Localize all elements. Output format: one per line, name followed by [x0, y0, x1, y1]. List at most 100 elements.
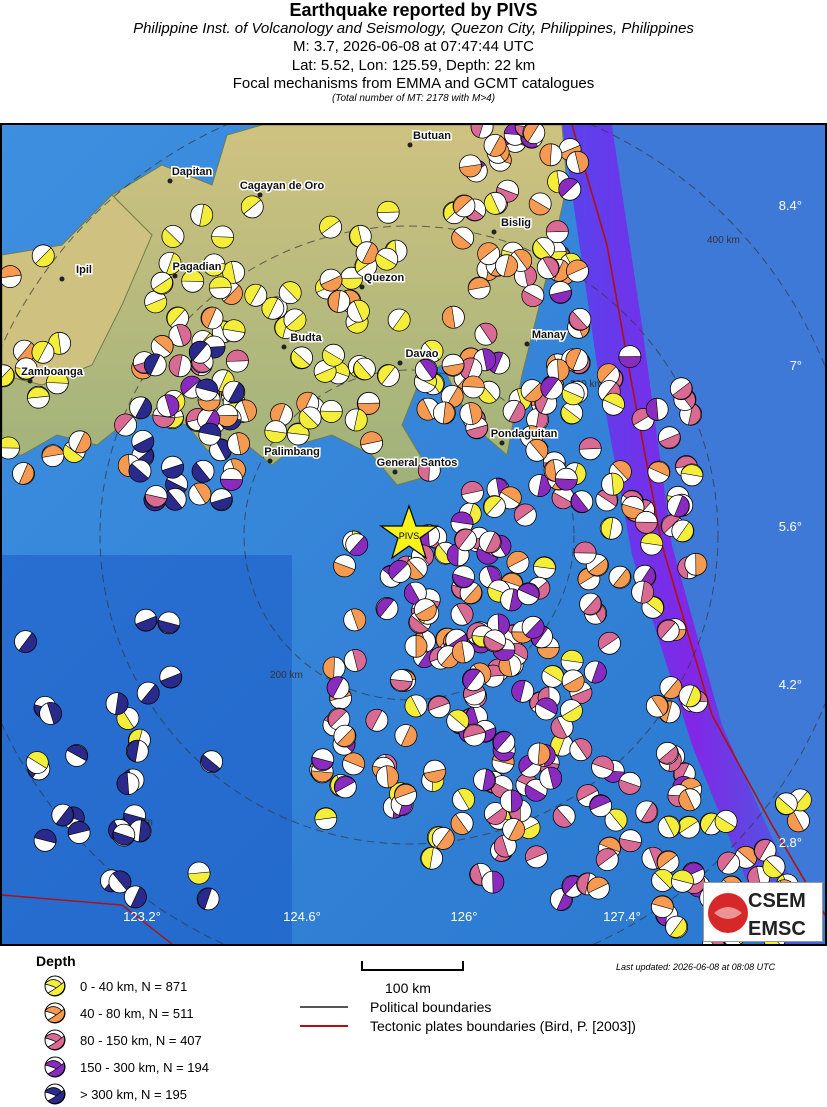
lon-tick-label: 123.2°	[123, 909, 161, 924]
city-label: Zamboanga	[21, 366, 84, 378]
focal-mechanism	[532, 237, 555, 260]
focal-mechanism	[640, 532, 664, 556]
lat-tick-label: 8.4°	[779, 198, 802, 213]
city-dot	[491, 229, 497, 235]
focal-mechanism	[344, 408, 368, 432]
focal-mechanism	[579, 592, 602, 616]
focal-mechanism	[656, 619, 680, 643]
focal-mechanism	[105, 692, 129, 715]
tectonic-line	[300, 1025, 348, 1027]
focal-mechanism	[420, 846, 444, 870]
city-label: Budta	[290, 332, 322, 344]
city-label: Dapitan	[172, 166, 213, 178]
city-label: Bislig	[501, 217, 531, 229]
focal-mechanism	[598, 631, 621, 655]
focal-mechanism	[645, 694, 669, 718]
focal-mechanism	[561, 669, 585, 693]
focal-mechanism	[225, 349, 249, 373]
city-dot	[167, 178, 173, 184]
focal-mechanism	[499, 789, 523, 813]
political-line	[300, 1006, 348, 1008]
focal-mechanism	[601, 472, 624, 496]
city-dot	[407, 142, 413, 148]
focal-mechanism	[602, 392, 625, 416]
focal-mechanism	[394, 724, 418, 747]
focal-mechanism	[645, 397, 669, 421]
city-dot	[281, 344, 287, 350]
city-dot	[392, 469, 398, 475]
focal-mechanism	[376, 364, 400, 387]
tectonic-label: Tectonic plates boundaries (Bird, P. [20…	[370, 1018, 636, 1034]
scale-bar	[361, 961, 464, 971]
focal-mechanism	[473, 768, 497, 792]
focal-mechanism	[502, 818, 526, 841]
focal-mechanism	[667, 494, 690, 518]
focal-mechanism	[387, 308, 411, 332]
focal-mechanism	[521, 615, 545, 639]
focal-mechanism	[657, 815, 681, 839]
lon-tick-label: 127.4°	[603, 909, 641, 924]
focal-mechanism	[561, 382, 585, 406]
focal-mechanism	[583, 660, 607, 684]
focal-mechanism	[198, 422, 222, 446]
focal-mechanism	[608, 565, 632, 589]
seismicity-map[interactable]: 400 km300 km200 km100 km ButuanButuanDap…	[0, 123, 827, 946]
city-dot	[397, 360, 403, 366]
focal-mechanism	[558, 177, 582, 201]
focal-mechanism	[333, 775, 357, 799]
focal-mechanism	[568, 307, 592, 331]
focal-mechanism	[195, 378, 219, 402]
focal-mechanism	[41, 444, 65, 468]
distance-ring-label: 400 km	[707, 235, 740, 246]
focal-mechanism	[591, 755, 614, 779]
focal-mechanism	[478, 530, 502, 554]
focal-mechanism	[634, 510, 658, 534]
focal-mechanism	[560, 649, 584, 673]
focal-mechanism	[587, 876, 610, 900]
city-label: Davao	[405, 348, 438, 360]
focal-mechanism	[462, 723, 486, 747]
city-dot	[59, 276, 65, 282]
focal-mechanism	[651, 895, 674, 918]
legend-item-label: > 300 km, N = 195	[80, 1086, 187, 1102]
focal-mechanism	[427, 695, 451, 719]
focal-mechanism	[441, 305, 465, 329]
focal-mechanism	[352, 357, 376, 381]
focal-mechanism	[774, 792, 798, 816]
legend-item: 150 - 300 km, N = 194	[44, 1056, 209, 1078]
city-dot	[172, 273, 178, 279]
focal-mechanism	[619, 829, 642, 853]
focal-mechanism	[376, 200, 400, 224]
focal-mechanism	[541, 665, 565, 688]
city-label: Butuan	[413, 130, 451, 142]
focal-mechanism	[319, 215, 343, 239]
focal-mechanism	[651, 869, 674, 892]
focal-mechanism	[589, 794, 612, 818]
focal-mechanism	[31, 340, 55, 364]
focal-mechanism	[549, 281, 572, 304]
focal-mechanism	[474, 322, 498, 346]
legend-item-label: 40 - 80 km, N = 511	[80, 1005, 194, 1021]
focal-mechanism	[319, 268, 343, 292]
focal-mechanism	[244, 283, 268, 307]
political-label: Political boundaries	[370, 999, 492, 1015]
legend-beachball-icon	[44, 975, 66, 997]
focal-mechanism	[482, 495, 506, 518]
focal-mechanism	[123, 885, 147, 909]
legend-item-label: 80 - 150 km, N = 407	[80, 1032, 202, 1048]
focal-mechanism	[161, 455, 185, 479]
focal-mechanism	[134, 608, 158, 632]
focal-mechanism	[536, 256, 560, 280]
focal-mechanism	[211, 225, 235, 249]
focal-mechanism	[39, 702, 62, 725]
focal-mechanism	[647, 460, 671, 484]
focal-mechanism	[388, 560, 412, 583]
focal-mechanism	[665, 915, 688, 939]
legend-title: Depth	[36, 953, 76, 969]
focal-mechanism	[144, 485, 168, 508]
emsc-logo[interactable]: CSEM EMSC	[703, 882, 823, 942]
city-label: Manay	[532, 329, 567, 341]
focal-mechanism	[539, 143, 563, 167]
legend-item: 40 - 80 km, N = 511	[44, 1002, 194, 1024]
focal-mechanism	[511, 679, 535, 703]
